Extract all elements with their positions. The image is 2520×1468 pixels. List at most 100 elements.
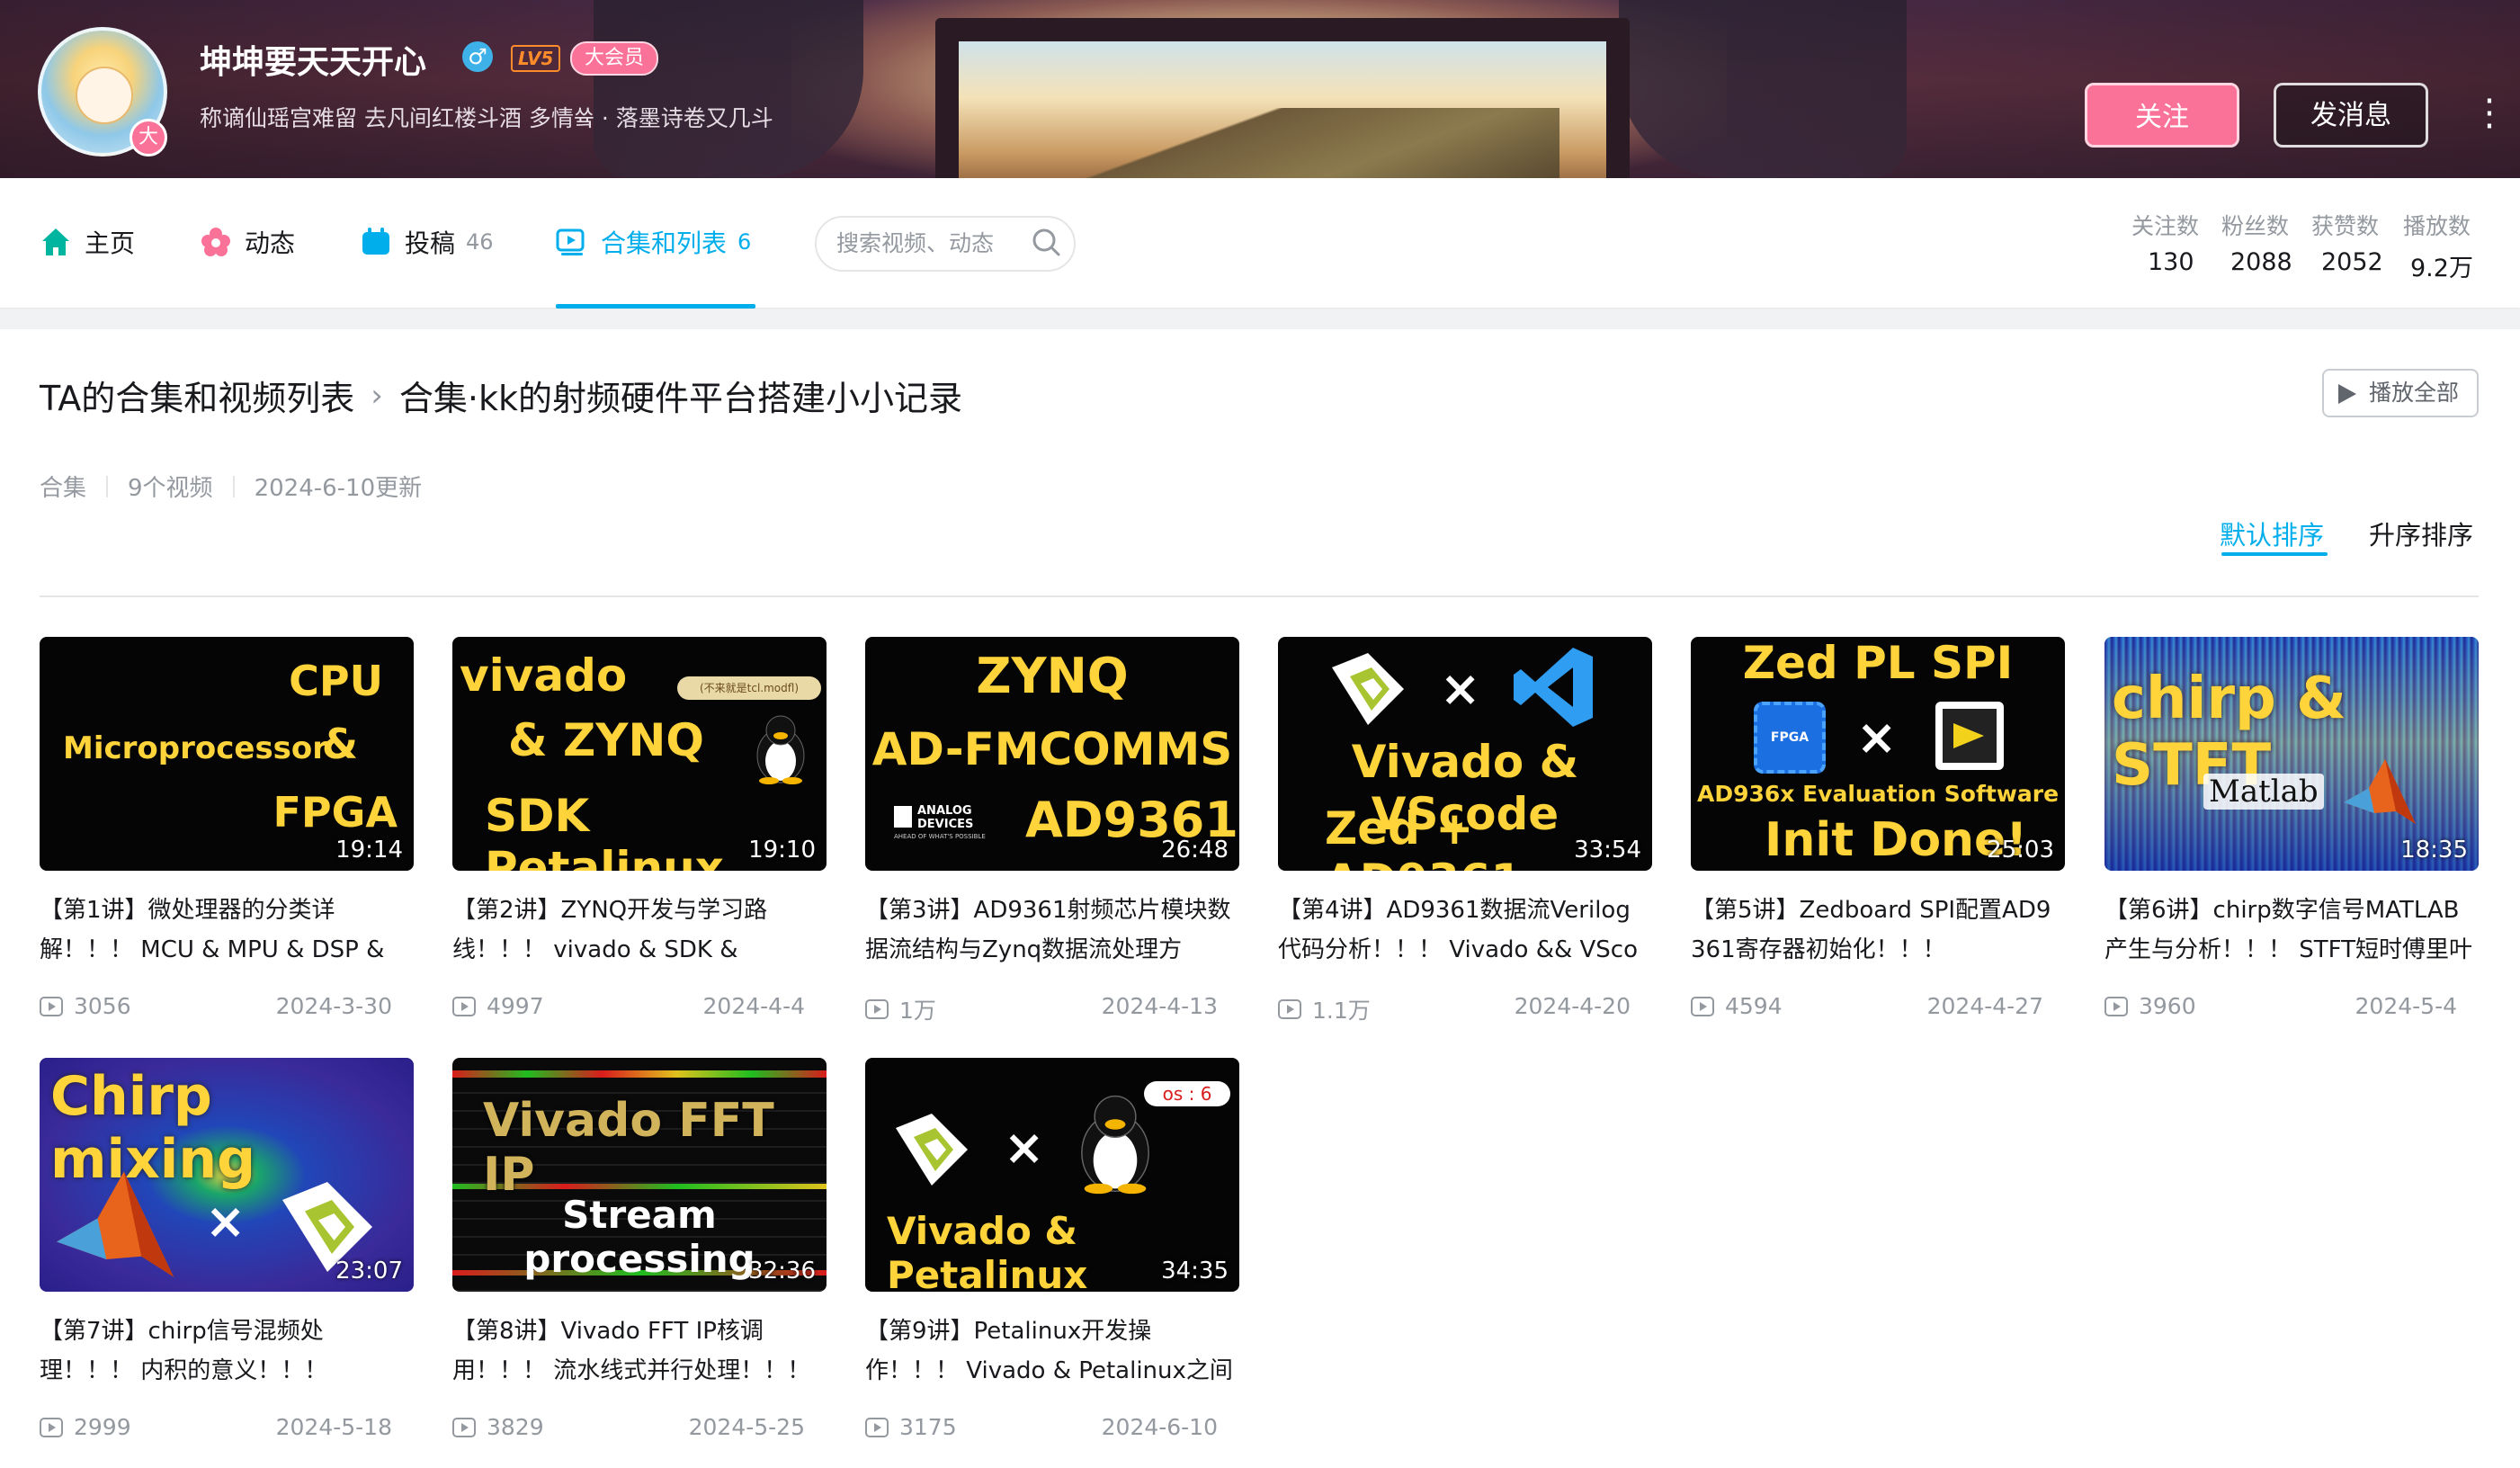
tab-collections-label: 合集和列表 (601, 228, 728, 258)
video-title[interactable]: 【第5讲】Zedboard SPI配置AD9361寄存器初始化！！！ (1691, 891, 2065, 970)
video-date: 2024-4-20 (1514, 993, 1631, 1019)
video-duration: 26:48 (1161, 837, 1229, 864)
meta-divider (232, 475, 235, 497)
tab-collections[interactable]: 合集和列表 6 (556, 219, 751, 264)
video-duration: 33:54 (1574, 837, 1641, 864)
video-date: 2024-5-25 (688, 1414, 805, 1440)
sort-default-tab[interactable]: 默认排序 (2220, 515, 2324, 552)
video-date: 2024-5-18 (275, 1414, 392, 1440)
thumb-times: × (205, 1193, 246, 1249)
video-date: 2024-4-13 (1101, 993, 1218, 1019)
matlab-logo-icon (2344, 759, 2416, 824)
video-date: 2024-4-27 (1926, 993, 2043, 1019)
video-plays: 4594 (1691, 993, 1783, 1019)
play-count: 2999 (74, 1414, 131, 1440)
tab-dynamic[interactable]: 动态 (200, 219, 295, 264)
follow-button[interactable]: 关注 (2085, 83, 2239, 148)
video-thumbnail[interactable]: Vivado FFT IP Stream processing 32:36 (452, 1058, 827, 1292)
section-divider (40, 595, 2479, 597)
video-card[interactable]: Zed PL SPI FPGA × AD936x Evaluation Soft… (1691, 637, 2065, 1033)
video-thumbnail[interactable]: × Vivado & VScode Zed + AD9361 33:54 (1278, 637, 1652, 871)
video-thumbnail[interactable]: Chirp mixing × 23:07 (40, 1058, 414, 1292)
video-plays: 3175 (865, 1414, 957, 1440)
video-thumbnail[interactable]: ZYNQ AD-FMCOMMS ANALOG DEVICES AHEAD OF … (865, 637, 1239, 871)
video-title[interactable]: 【第4讲】AD9361数据流Verilog代码分析！！！ Vivado && V… (1278, 891, 1652, 970)
stat-following-value[interactable]: 130 (2148, 248, 2194, 276)
video-title[interactable]: 【第2讲】ZYNQ开发与学习路线！！！ vivado & SDK & (452, 891, 827, 970)
video-card[interactable]: ZYNQ AD-FMCOMMS ANALOG DEVICES AHEAD OF … (865, 637, 1239, 1033)
penguin-icon (1081, 1095, 1149, 1195)
thumb-line-2: & (321, 720, 358, 768)
chevron-right-icon: › (371, 377, 383, 414)
video-plays: 4997 (452, 993, 544, 1019)
home-icon (42, 228, 69, 255)
play-count-icon (40, 1417, 63, 1437)
search-placeholder: 搜索视频、动态 (836, 230, 995, 256)
search-input[interactable]: 搜索视频、动态 (815, 216, 1076, 272)
thumb-brand-sub: AHEAD OF WHAT'S POSSIBLE (894, 833, 986, 840)
video-thumbnail[interactable]: Zed PL SPI FPGA × AD936x Evaluation Soft… (1691, 637, 2065, 871)
tab-home[interactable]: 主页 (40, 219, 135, 264)
play-all-label: 播放全部 (2369, 380, 2460, 406)
meta-divider (106, 475, 109, 497)
video-card[interactable]: × os : 6 Vivado & Petalinux 34:35 【第9讲】P… (865, 1058, 1239, 1454)
message-button[interactable]: 发消息 (2274, 83, 2428, 148)
username[interactable]: 坤坤要天天开心 (200, 36, 426, 83)
sort-ascending-tab[interactable]: 升序排序 (2369, 515, 2473, 552)
play-count: 3056 (74, 993, 131, 1019)
video-duration: 18:35 (2400, 837, 2468, 864)
avatar[interactable]: 大 (38, 27, 167, 157)
video-card[interactable]: Chirp mixing × 23:07 【第7讲】chirp信号混频处理！！！… (40, 1058, 414, 1454)
video-thumbnail[interactable]: chirp & STFT Matlab 18:35 (2104, 637, 2479, 871)
play-count: 1.1万 (1312, 998, 1371, 1024)
play-count-icon (40, 996, 63, 1016)
profile-banner: 大 坤坤要天天开心 ♂ LV5 大会员 称谪仙瑶宫难留 去凡间红楼斗酒 多情쓬 … (0, 0, 2520, 178)
video-plays: 1.1万 (1278, 993, 1371, 1025)
video-thumbnail[interactable]: vivado (不来就是tcl.modfl) & ZYNQ SDK Petali… (452, 637, 827, 871)
video-date: 2024-3-30 (275, 993, 392, 1019)
play-all-button[interactable]: 播放全部 (2322, 369, 2479, 417)
collection-meta: 合集 9个视频 2024-6-10更新 (40, 470, 422, 503)
video-card[interactable]: CPU Microprocessor & FPGA 19:14 【第1讲】微处理… (40, 637, 414, 1033)
video-title[interactable]: 【第8讲】Vivado FFT IP核调用！！！ 流水线式并行处理！！！ (452, 1311, 827, 1391)
vip-badge[interactable]: 大会员 (570, 41, 659, 76)
video-card[interactable]: Vivado FFT IP Stream processing 32:36 【第… (452, 1058, 827, 1454)
thumb-times: × (1440, 660, 1481, 717)
breadcrumb-root[interactable]: TA的合集和视频列表 (40, 371, 354, 420)
video-title[interactable]: 【第7讲】chirp信号混频处理！！！ 内积的意义！！！ (40, 1311, 414, 1391)
play-count-icon (452, 1417, 476, 1437)
video-plays: 2999 (40, 1414, 131, 1440)
video-title[interactable]: 【第1讲】微处理器的分类详解！！！ MCU & MPU & DSP & (40, 891, 414, 970)
tab-uploads[interactable]: 投稿 46 (360, 219, 494, 264)
thumb-line-2: AD936x Evaluation Software (1696, 781, 2060, 807)
video-thumbnail[interactable]: CPU Microprocessor & FPGA 19:14 (40, 637, 414, 871)
play-count-icon (452, 996, 476, 1016)
thumb-speech-bubble: (不来就是tcl.modfl) (677, 676, 821, 700)
breadcrumb-current: 合集·kk的射频硬件平台搭建小小记录 (398, 379, 962, 418)
meta-updated: 2024-6-10更新 (254, 475, 423, 502)
stat-fans-value[interactable]: 2088 (2230, 248, 2292, 276)
play-count-icon (865, 999, 889, 1019)
video-date: 2024-4-4 (702, 993, 805, 1019)
video-title[interactable]: 【第9讲】Petalinux开发操作！！！ Vivado & Petalinux… (865, 1311, 1239, 1391)
video-date: 2024-5-4 (2355, 993, 2457, 1019)
matlab-logo-icon (57, 1171, 174, 1277)
video-title[interactable]: 【第3讲】AD9361射频芯片模块数据流结构与Zynq数据流处理方 (865, 891, 1239, 970)
video-card[interactable]: × Vivado & VScode Zed + AD9361 33:54 【第4… (1278, 637, 1652, 1033)
labview-icon (1935, 702, 2004, 770)
more-options-icon[interactable]: · · · (2480, 84, 2498, 145)
thumb-line-1: CPU (289, 657, 383, 705)
video-date: 2024-6-10 (1101, 1414, 1218, 1440)
active-tab-indicator (556, 304, 755, 309)
video-plays: 3056 (40, 993, 131, 1019)
video-duration: 19:14 (335, 837, 403, 864)
search-icon[interactable] (1031, 227, 1061, 257)
thumb-line-1: Zed PL SPI (1742, 637, 2014, 689)
video-card[interactable]: vivado (不来就是tcl.modfl) & ZYNQ SDK Petali… (452, 637, 827, 1033)
video-card[interactable]: chirp & STFT Matlab 18:35 【第6讲】chirp数字信号… (2104, 637, 2479, 1033)
tv-icon (362, 228, 389, 255)
thumb-line-2: & ZYNQ (508, 714, 704, 766)
video-title[interactable]: 【第6讲】chirp数字信号MATLAB产生与分析！！！ STFT短时傅里叶 (2104, 891, 2479, 970)
video-duration: 34:35 (1161, 1258, 1229, 1284)
video-thumbnail[interactable]: × os : 6 Vivado & Petalinux 34:35 (865, 1058, 1239, 1292)
